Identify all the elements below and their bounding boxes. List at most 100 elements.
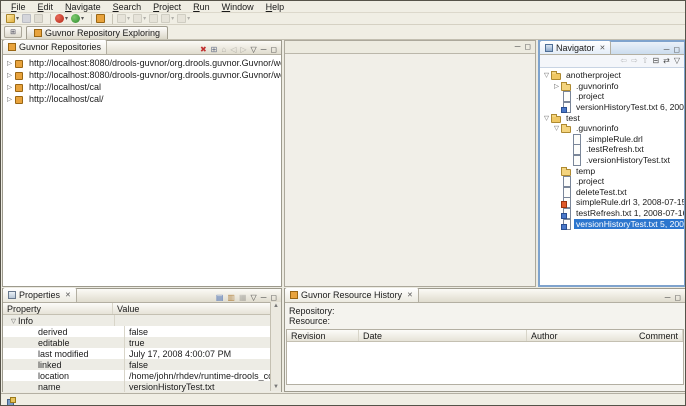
history-column-header[interactable]: Comment: [635, 330, 683, 341]
close-icon[interactable]: ✕: [65, 291, 71, 299]
forward-icon[interactable]: ⇨: [631, 57, 638, 65]
menu-item[interactable]: Project: [147, 2, 187, 12]
toolbar-button[interactable]: [71, 14, 84, 23]
show-categories-icon[interactable]: ▤: [216, 294, 224, 302]
menu-item[interactable]: Edit: [32, 2, 60, 12]
menu-item[interactable]: Help: [260, 2, 291, 12]
menu-item[interactable]: Navigate: [59, 2, 107, 12]
minimize-icon[interactable]: ─: [515, 43, 521, 51]
close-icon[interactable]: ✕: [407, 291, 413, 299]
close-icon[interactable]: ✕: [600, 44, 606, 52]
repository-tree-item[interactable]: http://localhost:8080/drools-guvnor/org.…: [3, 69, 281, 81]
tree-item[interactable]: .versionHistoryTest.txt: [540, 155, 684, 166]
tab-guvnor-repositories[interactable]: Guvnor Repositories: [3, 40, 107, 54]
expander-icon[interactable]: [552, 82, 561, 90]
toolbar-button[interactable]: [6, 14, 19, 23]
property-row[interactable]: derived false: [3, 326, 281, 337]
go-forward-icon[interactable]: ▷: [240, 46, 246, 54]
property-row[interactable]: location /home/john/rhdev/runtime-drools…: [3, 370, 281, 381]
delete-repository-icon[interactable]: ✖: [200, 46, 207, 54]
tree-item[interactable]: .guvnorinfo: [540, 81, 684, 92]
show-advanced-icon[interactable]: ▥: [227, 294, 235, 302]
dropdown-arrow-icon[interactable]: [16, 15, 19, 22]
tab-properties[interactable]: Properties ✕: [3, 288, 77, 302]
expander-icon[interactable]: [542, 114, 551, 122]
repository-tree-item[interactable]: http://localhost/cal/: [3, 93, 281, 105]
property-row[interactable]: name versionHistoryTest.txt: [3, 381, 281, 392]
perspective-tab-guvnor-repository-exploring[interactable]: Guvnor Repository Exploring: [26, 26, 168, 39]
scroll-up-icon[interactable]: ▲: [273, 303, 279, 309]
column-header-value[interactable]: Value: [113, 304, 281, 314]
tree-item[interactable]: .project: [540, 176, 684, 187]
dropdown-arrow-icon[interactable]: [127, 15, 130, 22]
open-perspective-button[interactable]: ⊞: [4, 26, 22, 38]
property-row[interactable]: linked false: [3, 359, 281, 370]
maximize-icon[interactable]: ◻: [673, 46, 680, 54]
dropdown-arrow-icon[interactable]: [65, 15, 68, 22]
tree-item[interactable]: anotherproject: [540, 70, 684, 81]
vertical-scrollbar[interactable]: ▲▼: [270, 302, 281, 391]
tree-item[interactable]: simpleRule.drl 3, 2008-07-15T15:37:34: [540, 197, 684, 208]
view-menu-icon[interactable]: ▽: [251, 46, 257, 54]
expander-icon[interactable]: [5, 83, 14, 91]
go-home-icon[interactable]: ⌂: [221, 46, 226, 54]
toolbar-button[interactable]: [117, 14, 130, 23]
menu-item[interactable]: Search: [107, 2, 148, 12]
maximize-icon[interactable]: ◻: [270, 46, 277, 54]
expander-icon[interactable]: [5, 71, 14, 79]
dropdown-arrow-icon[interactable]: [143, 15, 146, 22]
link-with-editor-icon[interactable]: ⇄: [663, 57, 670, 65]
tree-item[interactable]: .simpleRule.drl: [540, 134, 684, 145]
expander-icon[interactable]: [5, 95, 14, 103]
tree-item[interactable]: versionHistoryTest.txt 5, 2008-07-17T15: [540, 218, 684, 229]
repository-tree-item[interactable]: http://localhost:8080/drools-guvnor/org.…: [3, 57, 281, 69]
menu-item[interactable]: Run: [187, 2, 216, 12]
restore-default-icon[interactable]: ▦: [239, 294, 247, 302]
history-column-header[interactable]: Author: [527, 330, 635, 341]
column-header-property[interactable]: Property: [3, 303, 113, 314]
maximize-icon[interactable]: ◻: [270, 294, 277, 302]
add-repository-icon[interactable]: ⊞: [211, 46, 218, 54]
history-column-header[interactable]: Revision: [287, 330, 359, 341]
toolbar-button[interactable]: [91, 14, 92, 24]
toolbar-button[interactable]: [22, 14, 31, 23]
minimize-icon[interactable]: ─: [261, 46, 267, 54]
tree-item[interactable]: .testRefresh.txt: [540, 144, 684, 155]
scroll-down-icon[interactable]: ▼: [273, 384, 279, 390]
expander-icon[interactable]: [5, 59, 14, 67]
tab-navigator[interactable]: Navigator ✕: [540, 41, 611, 54]
toolbar-button[interactable]: [112, 14, 113, 24]
dropdown-arrow-icon[interactable]: [171, 15, 174, 22]
toolbar-button[interactable]: [177, 14, 190, 23]
expander-icon[interactable]: [9, 317, 18, 325]
minimize-icon[interactable]: ─: [664, 46, 670, 54]
toolbar-button[interactable]: [161, 14, 174, 23]
tree-item[interactable]: temp: [540, 165, 684, 176]
view-menu-icon[interactable]: ▽: [674, 57, 680, 65]
view-menu-icon[interactable]: ▽: [251, 294, 257, 302]
up-icon[interactable]: ⇧: [642, 57, 649, 65]
expander-icon[interactable]: [542, 71, 551, 79]
property-row[interactable]: editable true: [3, 337, 281, 348]
collapse-all-icon[interactable]: ⊟: [652, 57, 659, 65]
tree-item[interactable]: .project: [540, 91, 684, 102]
go-back-icon[interactable]: ◁: [230, 46, 236, 54]
menu-item[interactable]: Window: [216, 2, 260, 12]
repository-tree-item[interactable]: http://localhost/cal: [3, 81, 281, 93]
menu-item[interactable]: File: [5, 2, 32, 12]
toolbar-button[interactable]: [133, 14, 146, 23]
toolbar-button[interactable]: [50, 14, 51, 24]
property-row[interactable]: last modified July 17, 2008 4:00:07 PM: [3, 348, 281, 359]
tab-guvnor-resource-history[interactable]: Guvnor Resource History ✕: [285, 288, 419, 302]
tree-item[interactable]: testRefresh.txt 1, 2008-07-16T15:15:21: [540, 208, 684, 219]
toolbar-button[interactable]: [55, 14, 68, 23]
toolbar-button[interactable]: [34, 14, 43, 23]
property-row[interactable]: Info: [3, 315, 281, 326]
tree-item[interactable]: test: [540, 112, 684, 123]
tree-item[interactable]: versionHistoryTest.txt 6, 2008-07-17T15: [540, 102, 684, 113]
toolbar-button[interactable]: [96, 14, 105, 23]
history-column-header[interactable]: Date: [359, 330, 527, 341]
expander-icon[interactable]: [552, 124, 561, 132]
tree-item[interactable]: deleteTest.txt: [540, 187, 684, 198]
dropdown-arrow-icon[interactable]: [187, 15, 190, 22]
